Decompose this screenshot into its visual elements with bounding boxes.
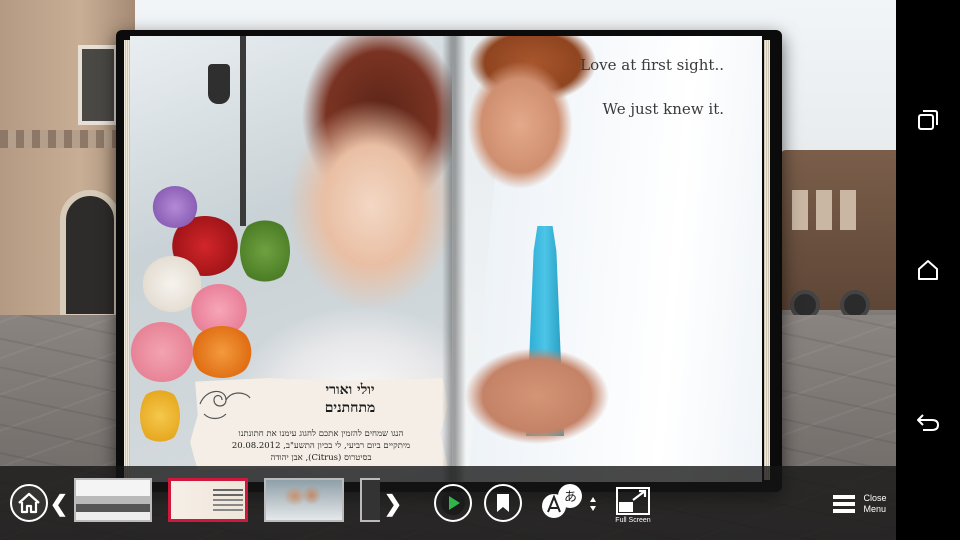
page-thumbnail[interactable] [74, 478, 152, 522]
caption-body-line: בסיטרוס (Citrus), אבן יהודה [270, 453, 372, 463]
street-lamp [208, 64, 230, 104]
train-window [816, 190, 832, 230]
home-button[interactable] [10, 484, 48, 522]
quote-line-2: We just knew it. [602, 100, 724, 118]
couple-names: יולי ואורי [325, 382, 375, 398]
bottom-toolbar: ❮ ❯ あ Full Screen Close Menu [0, 466, 896, 540]
page-thumbnail[interactable] [264, 478, 344, 522]
flower-purple [152, 186, 198, 228]
quote-line-1: Love at first sight.. [580, 56, 724, 74]
decorative-swirl-icon [199, 390, 251, 420]
play-icon [441, 491, 465, 515]
svg-text:あ: あ [564, 490, 577, 505]
caption-body: הנגו שמחים להזמין אתכם לחגוג עימנו את חת… [198, 428, 444, 464]
flower-orange [190, 326, 254, 378]
language-button[interactable]: あ [538, 480, 600, 524]
home-icon [18, 492, 40, 514]
page-thumbnail-partial[interactable] [360, 478, 380, 522]
train-car [780, 150, 896, 320]
invitation-caption-card: יולי ואורי מתחתנים הנגו שמחים להזמין אתכ… [190, 378, 448, 470]
back-icon [917, 414, 940, 431]
play-slideshow-button[interactable] [434, 484, 472, 522]
back-button[interactable] [912, 406, 944, 438]
book-page-left[interactable]: יולי ואורי מתחתנים הנגו שמחים להזמין אתכ… [130, 36, 452, 482]
book-gutter [442, 36, 466, 482]
station-building [0, 0, 135, 320]
close-menu-label-line1: Close [863, 493, 887, 503]
close-menu-label-line2: Menu [863, 504, 886, 514]
flower-yellow [140, 386, 180, 446]
street-lamp-pole [240, 36, 246, 226]
page-thumbnail-selected[interactable] [168, 478, 248, 522]
bookmark-button[interactable] [484, 484, 522, 522]
bouquet-greenery [240, 216, 290, 286]
android-navigation-bar [896, 0, 960, 540]
building-window [78, 45, 118, 125]
close-menu-label: Close Menu [863, 493, 886, 515]
language-icon: あ [542, 484, 596, 518]
train-window [792, 190, 808, 230]
caption-subtitle: מתחתנים [324, 400, 376, 416]
bookmark-icon [497, 494, 509, 512]
book-page-right[interactable]: Love at first sight.. We just knew it. [452, 36, 762, 482]
full-screen-label: Full Screen [615, 517, 651, 524]
building-awning [0, 130, 135, 148]
android-home-button[interactable] [912, 254, 944, 286]
android-home-icon [918, 260, 938, 280]
close-menu-button[interactable]: Close Menu [830, 484, 890, 524]
caption-body-line: הנגו שמחים להזמין אתכם לחגוג עימנו את חת… [238, 429, 404, 439]
caption-body-line: מיתקיים ביום רביעי, לי בכיון התשע"ב, 20.… [231, 441, 411, 451]
previous-pages-button[interactable]: ❮ [50, 486, 68, 522]
recent-apps-button[interactable] [912, 104, 944, 136]
book-paper-edge-right [764, 40, 770, 480]
recent-apps-icon [918, 110, 938, 130]
flower-pink-rose [130, 322, 194, 382]
next-pages-button[interactable]: ❯ [384, 486, 402, 522]
full-screen-button[interactable]: Full Screen [612, 480, 654, 530]
hamburger-menu-icon [833, 495, 856, 513]
building-arch-door [60, 190, 120, 320]
open-photo-book[interactable]: יולי ואורי מתחתנים הנגו שמחים להזמין אתכ… [116, 30, 782, 492]
clasped-hands [452, 336, 622, 456]
full-screen-icon [616, 487, 650, 515]
train-window [840, 190, 856, 230]
